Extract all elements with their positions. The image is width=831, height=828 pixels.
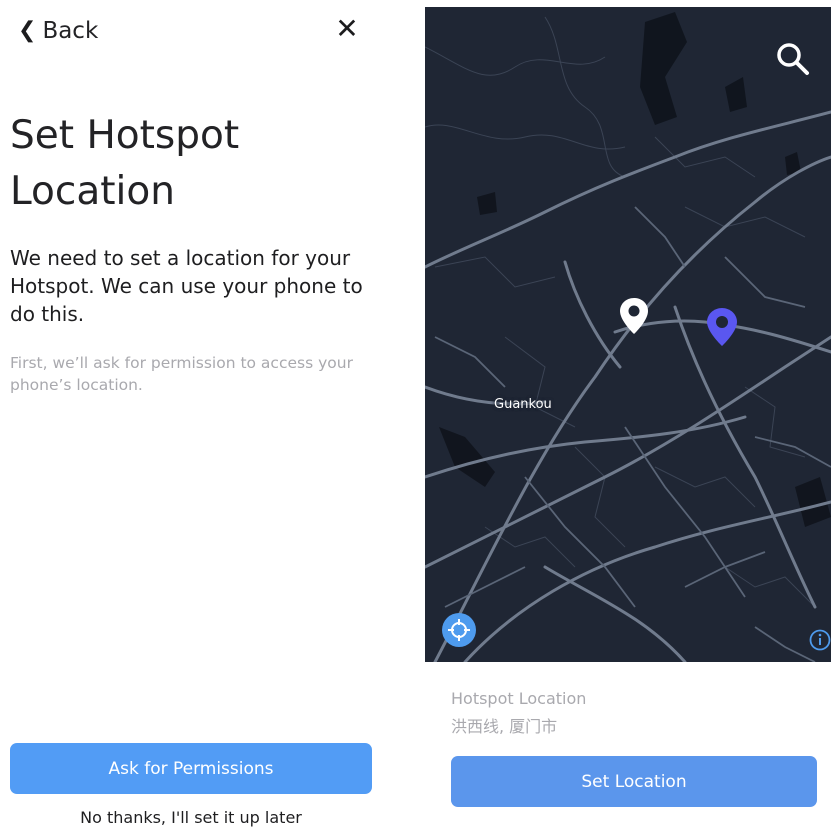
chevron-left-icon: ❮ [18,18,37,43]
hotspot-location-pin-icon[interactable] [707,308,737,346]
set-location-button[interactable]: Set Location [451,756,817,807]
back-label: Back [42,18,99,44]
skip-setup-link[interactable]: No thanks, I'll set it up later [10,808,372,827]
map-place-label: Guankou [494,397,552,412]
back-button[interactable]: ❮ Back [18,16,98,46]
map-location-panel: Guankou Hotspot Location 洪西线, 厦门市 Set Lo… [425,0,831,828]
current-location-pin-icon [620,298,648,334]
close-icon[interactable]: ✕ [332,12,362,46]
search-icon[interactable] [771,37,815,81]
ask-permissions-button[interactable]: Ask for Permissions [10,743,372,794]
info-icon[interactable] [809,629,831,651]
map-roads [425,12,831,662]
intro-text: We need to set a location for your Hotsp… [10,246,363,326]
crosshair-icon[interactable] [442,613,476,647]
permission-panel: ❮ Back ✕ Set Hotspot Location We need to… [0,0,400,828]
location-address: 洪西线, 厦门市 [451,717,558,736]
map-view[interactable]: Guankou [425,7,831,662]
location-caption: Hotspot Location [451,689,587,708]
page-title: Set Hotspot Location [10,113,240,214]
permission-hint: First, we’ll ask for permission to acces… [10,354,353,394]
